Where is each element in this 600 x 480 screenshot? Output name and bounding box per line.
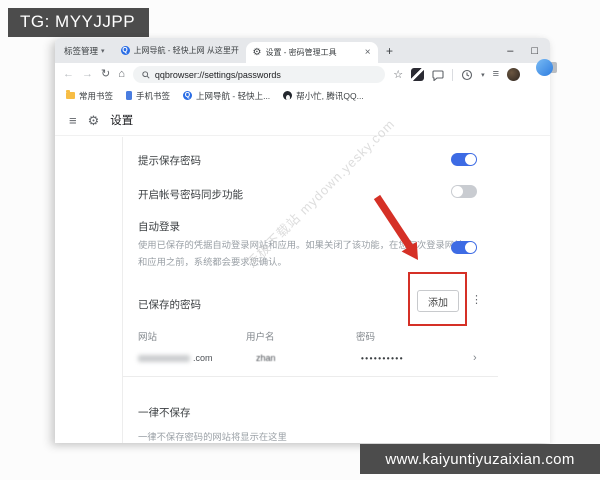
penguin-icon bbox=[283, 91, 292, 100]
column-header-username: 用户名 bbox=[246, 329, 275, 343]
address-bar[interactable]: qqbrowser://settings/passwords bbox=[133, 66, 385, 83]
gear-icon: ⚙ bbox=[88, 114, 100, 127]
menu-icon[interactable]: ≡ bbox=[493, 69, 499, 80]
history-caret-icon[interactable]: ▾ bbox=[481, 71, 485, 79]
tab-manager-button[interactable]: 标签管理 ▾ bbox=[55, 38, 114, 63]
toolbar-divider bbox=[452, 69, 453, 81]
toggle-sync[interactable] bbox=[451, 185, 477, 198]
site-watermark-label: www.kaiyuntiyuzaixian.com bbox=[360, 444, 600, 474]
tg-watermark-label: TG: MYYJJPP bbox=[8, 8, 149, 37]
bookmark-folder-mobile[interactable]: 手机书签 bbox=[126, 90, 170, 102]
maximize-button[interactable]: □ bbox=[531, 45, 538, 57]
home-icon[interactable]: ⌂ bbox=[118, 69, 125, 80]
bookmark-folder-common[interactable]: 常用书签 bbox=[66, 90, 113, 102]
close-tab-icon[interactable]: × bbox=[365, 47, 371, 58]
extension-flash-icon[interactable] bbox=[411, 68, 424, 81]
q-favicon-icon: Q bbox=[183, 91, 192, 100]
chevron-right-icon[interactable]: › bbox=[473, 352, 477, 364]
toggle-auto-login[interactable] bbox=[451, 241, 477, 254]
gear-favicon-icon: ⚙ bbox=[253, 48, 262, 58]
tab-nav-home[interactable]: Q 上网导航 - 轻快上网 从这里开始 bbox=[114, 38, 246, 63]
minimize-button[interactable]: – bbox=[507, 45, 513, 57]
folder-icon bbox=[66, 92, 75, 99]
search-icon bbox=[142, 71, 150, 79]
tab-title: 设置 - 密码管理工具 bbox=[266, 47, 361, 58]
forward-icon[interactable]: → bbox=[82, 69, 93, 80]
phone-icon bbox=[126, 91, 132, 100]
history-clock-icon[interactable] bbox=[461, 69, 473, 81]
tab-settings-passwords[interactable]: ⚙ 设置 - 密码管理工具 × bbox=[246, 42, 378, 63]
page-title: 设置 bbox=[110, 112, 133, 128]
table-cell-password: •••••••••• bbox=[361, 354, 404, 363]
browser-window: 标签管理 ▾ Q 上网导航 - 轻快上网 从这里开始 ⚙ 设置 - 密码管理工具… bbox=[55, 38, 550, 443]
bookmark-label: 手机书签 bbox=[136, 90, 170, 102]
auto-login-title: 自动登录 bbox=[138, 219, 180, 234]
tab-bar: 标签管理 ▾ Q 上网导航 - 轻快上网 从这里开始 ⚙ 设置 - 密码管理工具… bbox=[55, 38, 550, 63]
hamburger-menu-icon[interactable]: ≡ bbox=[69, 114, 77, 127]
feedback-bubble-icon[interactable] bbox=[432, 69, 444, 81]
url-text: qqbrowser://settings/passwords bbox=[155, 70, 281, 80]
bookmark-label: 常用书签 bbox=[79, 90, 113, 102]
profile-avatar[interactable] bbox=[507, 68, 520, 81]
bookmark-label: 帮小忙, 腾讯QQ... bbox=[296, 90, 364, 102]
bookmark-star-icon[interactable]: ☆ bbox=[393, 68, 403, 81]
new-tab-button[interactable]: + bbox=[378, 38, 402, 63]
never-save-description: 一律不保存密码的网站将显示在这里 bbox=[138, 429, 287, 443]
reload-icon[interactable]: ↻ bbox=[101, 69, 110, 80]
bookmarks-bar: 常用书签 手机书签 Q 上网导航 - 轻快上... 帮小忙, 腾讯QQ... bbox=[55, 86, 550, 105]
column-header-website: 网站 bbox=[138, 329, 157, 343]
toggle-prompt-save[interactable] bbox=[451, 153, 477, 166]
qq-floating-button[interactable] bbox=[536, 59, 553, 76]
chevron-down-icon: ▾ bbox=[101, 47, 105, 55]
bookmark-label: 上网导航 - 轻快上... bbox=[196, 90, 270, 102]
tab-title: 上网导航 - 轻快上网 从这里开始 bbox=[134, 45, 239, 56]
back-icon[interactable]: ← bbox=[63, 69, 74, 80]
annotation-arrow bbox=[352, 190, 432, 275]
row-divider bbox=[123, 376, 498, 377]
row-label-prompt-save: 提示保存密码 bbox=[138, 153, 201, 168]
table-cell-username: zhan bbox=[256, 353, 276, 363]
never-save-title: 一律不保存 bbox=[138, 405, 191, 420]
tab-manager-label: 标签管理 bbox=[64, 45, 98, 57]
settings-content: 提示保存密码 开启帐号密码同步功能 自动登录 使用已保存的凭据自动登录网站和应用… bbox=[55, 137, 550, 443]
bookmark-tencent-qq[interactable]: 帮小忙, 腾讯QQ... bbox=[283, 90, 364, 102]
bookmark-nav-site[interactable]: Q 上网导航 - 轻快上... bbox=[183, 90, 270, 102]
blurred-website-text bbox=[138, 355, 190, 362]
more-vertical-icon[interactable]: ⋮ bbox=[471, 293, 482, 306]
annotation-highlight-rect bbox=[408, 272, 467, 326]
table-cell-website: .com bbox=[138, 353, 213, 363]
browser-toolbar: ← → ↻ ⌂ qqbrowser://settings/passwords ☆… bbox=[55, 63, 550, 86]
saved-passwords-title: 已保存的密码 bbox=[138, 297, 201, 312]
settings-header: ≡ ⚙ 设置 bbox=[55, 105, 550, 136]
q-favicon-icon: Q bbox=[121, 46, 130, 55]
column-header-password: 密码 bbox=[356, 329, 375, 343]
row-label-sync: 开启帐号密码同步功能 bbox=[138, 187, 243, 202]
